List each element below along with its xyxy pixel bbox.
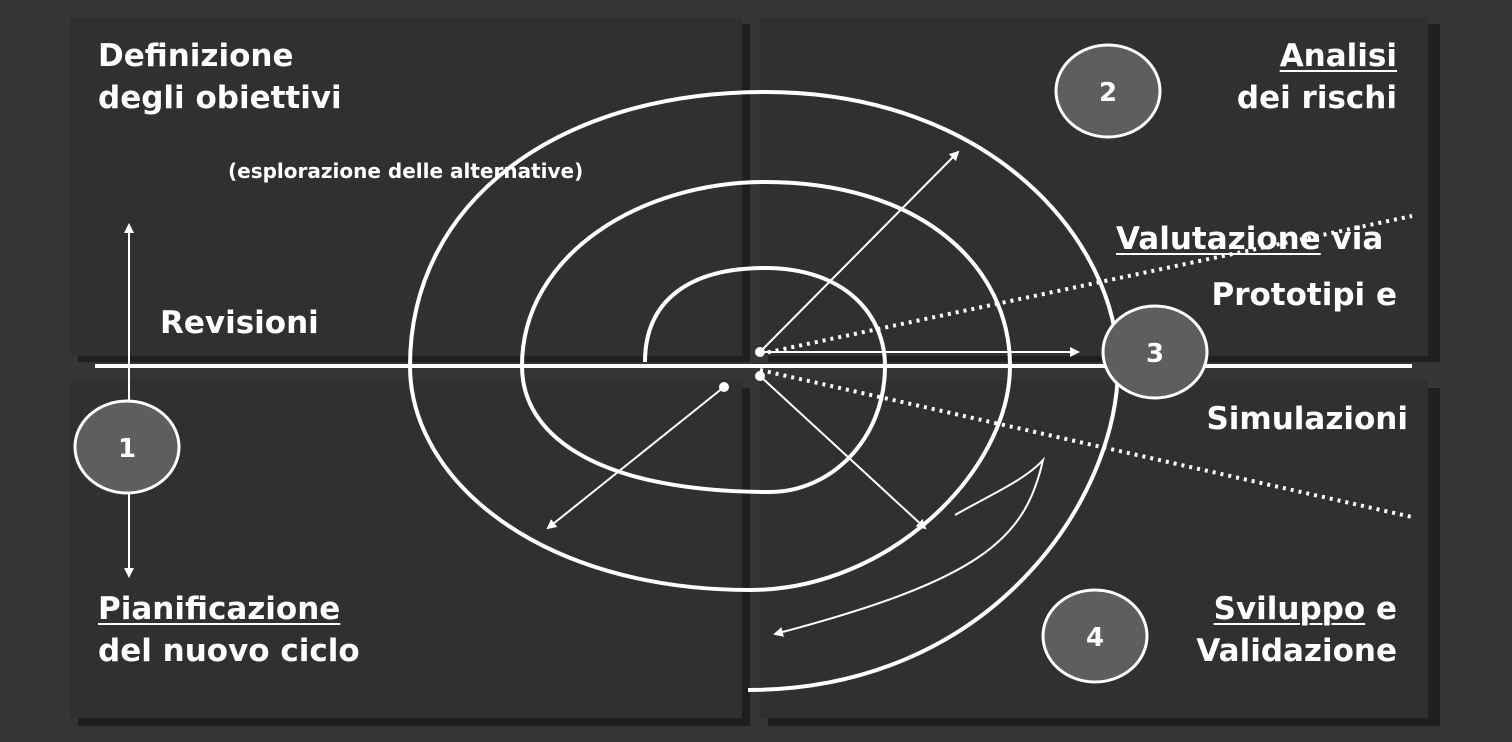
badge-4-label: 4 <box>1086 623 1104 653</box>
risk-analysis-title-line1: Analisi <box>1279 38 1397 74</box>
center-dot <box>719 382 729 392</box>
evaluation-line2: Prototipi e <box>1211 277 1397 313</box>
badge-1-label: 1 <box>118 434 136 464</box>
objectives-title-line2: degli obiettivi <box>98 80 342 116</box>
alternatives-subtitle: (esplorazione delle alternative) <box>228 159 584 183</box>
badge-3-label: 3 <box>1146 339 1164 369</box>
objectives-title: Definizione degli obiettivi <box>98 35 342 119</box>
badge-1: 1 <box>73 399 181 495</box>
badge-4: 4 <box>1041 588 1149 684</box>
evaluation-line1: Valutazione via <box>1116 218 1383 260</box>
planning-title: Pianificazione del nuovo ciclo <box>98 588 360 672</box>
evaluation-line3: Simulazioni <box>1206 401 1408 437</box>
planning-title-line1: Pianificazione <box>98 591 341 627</box>
planning-title-line2: del nuovo ciclo <box>98 633 360 669</box>
development-title-line2: Validazione <box>1196 633 1397 669</box>
objectives-title-line1: Definizione <box>98 38 294 74</box>
center-dot <box>755 371 765 381</box>
evaluation-word: Valutazione <box>1116 221 1321 257</box>
badge-3: 3 <box>1101 304 1209 400</box>
badge-2-label: 2 <box>1099 78 1117 108</box>
development-word: Sviluppo <box>1213 591 1366 627</box>
development-suffix: e <box>1365 591 1397 627</box>
evaluation-suffix: via <box>1320 221 1384 257</box>
risk-analysis-title-line2: dei rischi <box>1236 80 1397 116</box>
badge-2: 2 <box>1054 43 1162 139</box>
revisions-label: Revisioni <box>160 305 319 341</box>
risk-analysis-title: Analisi dei rischi <box>1237 35 1397 119</box>
development-title: Sviluppo e Validazione <box>1196 588 1397 672</box>
